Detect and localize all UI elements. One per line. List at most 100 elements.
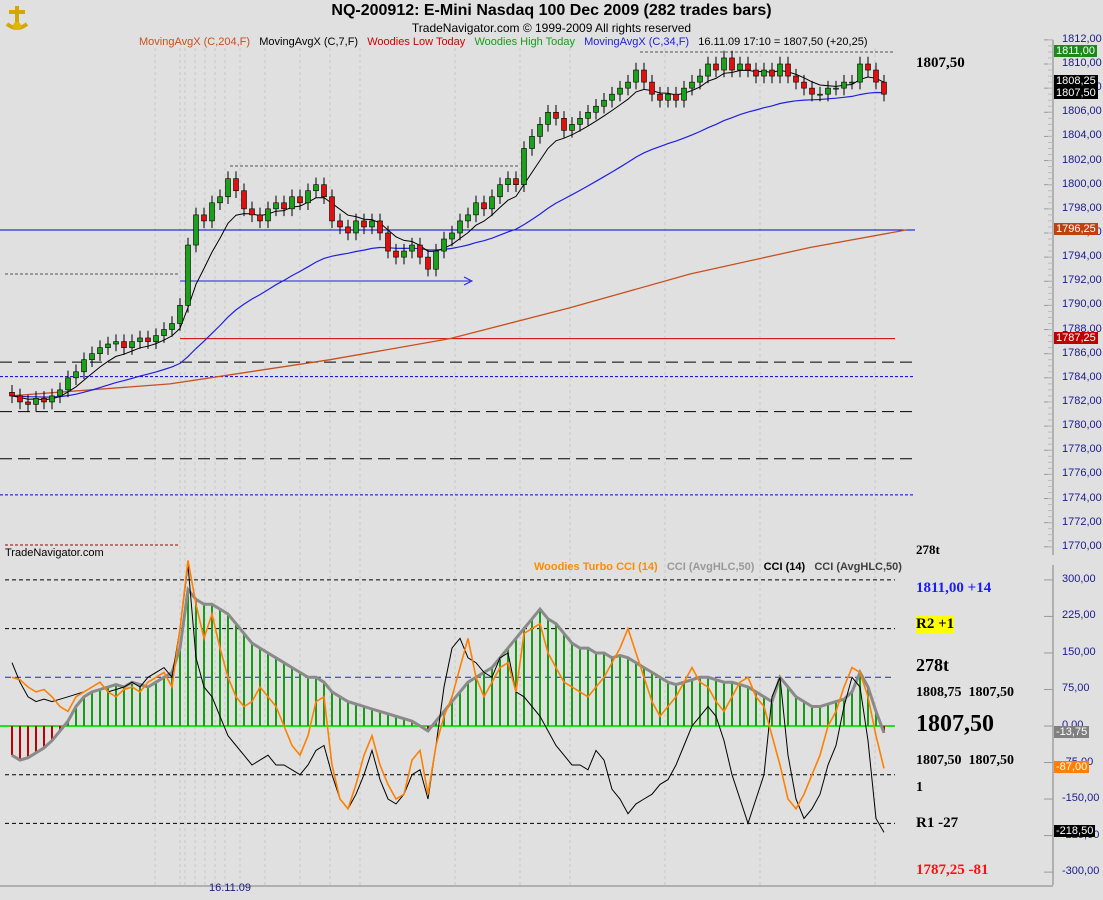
cci-tick-label: -150,00	[1062, 792, 1100, 805]
candle-body	[849, 81, 855, 84]
price-tag: 1808,25	[1054, 75, 1098, 88]
candle-body	[41, 398, 47, 403]
watermark: TradeNavigator.com	[5, 547, 104, 559]
candle-body	[353, 220, 359, 234]
candle-body	[825, 87, 831, 95]
candle-body	[329, 196, 335, 222]
cci50-avghlc-line	[11, 585, 886, 762]
candle-body	[9, 392, 15, 397]
cci-tick-label: 75,00	[1062, 682, 1090, 695]
candle-body	[409, 244, 415, 252]
close-value-2: 1807,50	[968, 753, 1015, 768]
candle-body	[673, 93, 679, 101]
candle-body	[841, 81, 847, 89]
hi-close-labels: 1808,75 1807,50	[916, 685, 1014, 701]
candle-body	[753, 69, 759, 77]
candle-body	[577, 118, 583, 125]
candle-body	[281, 202, 287, 210]
candle-body	[561, 118, 567, 131]
candle-body	[649, 81, 655, 95]
candle-body	[569, 124, 575, 131]
candle-body	[137, 337, 143, 342]
legend-woodies-high[interactable]: Woodies High Today	[474, 36, 575, 48]
candle-body	[161, 329, 167, 336]
legend-ma7[interactable]: MovingAvgX (C,7,F)	[259, 36, 358, 48]
cci-tag: -13,75	[1054, 725, 1090, 738]
candle-body	[449, 232, 455, 240]
price-tag: 1807,50	[1054, 87, 1098, 100]
candle-body	[641, 69, 647, 83]
candle-body	[81, 359, 87, 373]
legend-turbo-cci[interactable]: Woodies Turbo CCI (14)	[534, 561, 658, 573]
price-tick-label: 1804,00	[1062, 129, 1102, 142]
candle-body	[73, 371, 79, 379]
candle-body	[377, 220, 383, 234]
cci-tick-label: 225,00	[1062, 609, 1096, 622]
candle-body	[297, 196, 303, 204]
lo-close-labels: 1807,50 1807,50	[916, 753, 1014, 769]
candle-body	[505, 178, 511, 185]
ma204-line	[9, 229, 907, 397]
candle-body	[241, 190, 247, 210]
candle-body	[617, 87, 623, 95]
high-line-label: 1811,00 +14	[916, 580, 992, 596]
cci-tick-label: 150,00	[1062, 645, 1096, 658]
candle-body	[361, 220, 367, 228]
candle-body	[169, 323, 175, 330]
indicator-legend: MovingAvgX (C,204,F) MovingAvgX (C,7,F) …	[139, 36, 867, 48]
candle-body	[473, 202, 479, 216]
price-tick-label: 1790,00	[1062, 298, 1102, 311]
candle-body	[313, 184, 319, 192]
price-tick-label: 1806,00	[1062, 105, 1102, 118]
candle-body	[265, 208, 271, 222]
candle-body	[513, 178, 519, 185]
candle-body	[401, 250, 407, 258]
candle-body	[17, 395, 23, 403]
price-tag: 1811,00	[1054, 44, 1097, 57]
candle-body	[185, 244, 191, 306]
candle-body	[585, 111, 591, 119]
candle-body	[57, 389, 63, 397]
candle-body	[113, 341, 119, 345]
candle-body	[201, 214, 207, 222]
ma7-line	[11, 69, 885, 401]
candle-body	[129, 341, 135, 348]
price-tick-label: 1810,00	[1062, 57, 1102, 69]
candle-body	[49, 395, 55, 403]
candle-body	[721, 57, 727, 71]
legend-woodies-low[interactable]: Woodies Low Today	[367, 36, 465, 48]
candle-body	[489, 196, 495, 210]
candle-body	[225, 178, 231, 198]
price-tick-label: 1778,00	[1062, 443, 1102, 456]
date-label: 16.11.09	[209, 882, 252, 894]
candle-body	[305, 190, 311, 204]
candle-body	[345, 226, 351, 234]
candle-body	[713, 63, 719, 71]
price-tick-label: 1772,00	[1062, 515, 1102, 528]
candle-body	[257, 214, 263, 222]
candle-body	[705, 63, 711, 77]
legend-ma204[interactable]: MovingAvgX (C,204,F)	[139, 36, 250, 48]
legend-ma34[interactable]: MovingAvgX (C,34,F)	[584, 36, 689, 48]
candle-body	[89, 353, 95, 361]
candle-body	[633, 69, 639, 83]
high-value: 1808,75	[916, 685, 962, 700]
candle-body	[777, 63, 783, 77]
r2-label: R2 +1	[916, 616, 955, 633]
legend-cci-avghlc[interactable]: CCI (AvgHLC,50)	[814, 561, 902, 573]
candle-body	[457, 220, 463, 234]
legend-cci-avghlc-gray[interactable]: CCI (AvgHLC,50)	[667, 561, 755, 573]
price-tick-label: 1782,00	[1062, 394, 1102, 407]
copyright: TradeNavigator.com © 1999-2009 All right…	[411, 21, 692, 35]
candle-body	[465, 214, 471, 222]
price-tick-label: 1780,00	[1062, 419, 1102, 432]
candle-body	[33, 398, 39, 405]
candle-body	[289, 196, 295, 210]
candle-body	[385, 232, 391, 252]
cci14-line	[11, 565, 885, 833]
candle-body	[233, 178, 239, 192]
candle-body	[601, 99, 607, 107]
legend-cci14[interactable]: CCI (14)	[764, 561, 806, 573]
candle-body	[425, 256, 431, 270]
chart-title: NQ-200912: E-Mini Nasdaq 100 Dec 2009 (2…	[331, 2, 772, 19]
